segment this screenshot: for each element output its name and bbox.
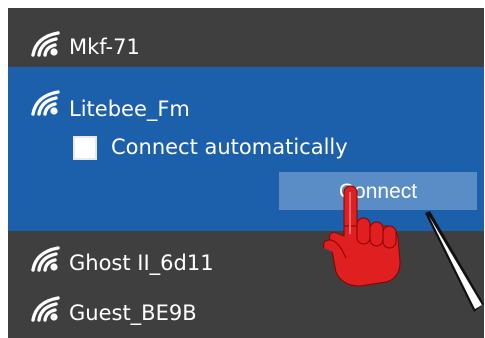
network-ssid: Ghost II_6d11: [69, 251, 214, 275]
hand-pointer-icon: [323, 185, 401, 287]
wifi-icon: [31, 31, 60, 57]
network-item-litebee-fm[interactable]: Litebee_Fm Connect automatically Connect: [8, 67, 484, 231]
network-item-mkf-71[interactable]: Mkf-71: [8, 26, 484, 66]
arrow-icon: [425, 211, 484, 312]
network-item-ghost-ii[interactable]: Ghost II_6d11: [8, 243, 484, 287]
wifi-icon: [31, 90, 60, 116]
wifi-network-list: Mkf-71 Litebee_Fm Connect automatically …: [8, 8, 484, 338]
network-ssid: Guest_BE9B: [69, 301, 197, 325]
network-ssid: Litebee_Fm: [69, 97, 190, 121]
connect-automatically-label: Connect automatically: [111, 135, 348, 159]
network-item-guest-be9b[interactable]: Guest_BE9B: [8, 293, 484, 333]
wifi-icon: [31, 296, 60, 322]
network-ssid: Mkf-71: [69, 35, 140, 59]
wifi-icon: [31, 246, 60, 272]
connect-automatically-checkbox[interactable]: [73, 136, 97, 160]
